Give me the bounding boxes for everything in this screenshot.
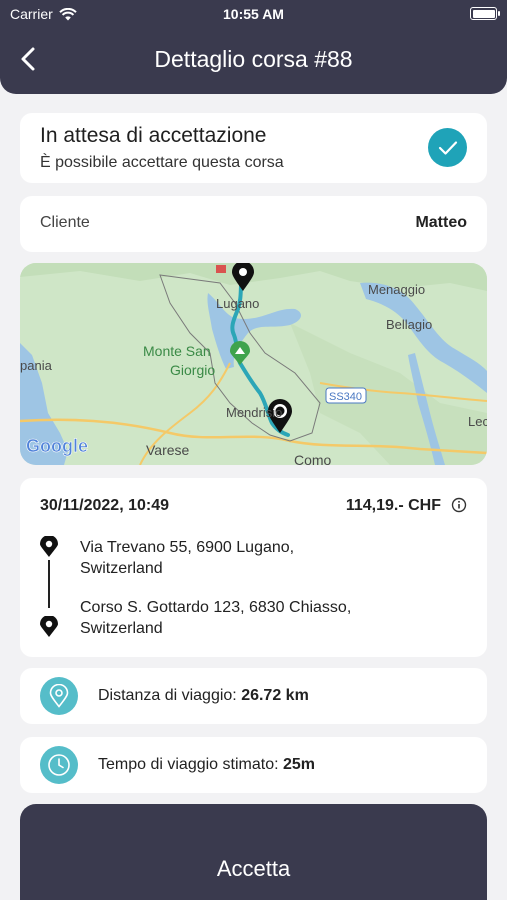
status-card: In attesa di accettazione È possibile ac… <box>20 113 487 183</box>
status-bar: Carrier 10:55 AM <box>0 0 507 28</box>
distance-text: Distanza di viaggio: 26.72 km <box>98 687 309 705</box>
map-label-pania: pania <box>20 358 53 373</box>
google-logo: Google <box>26 436 88 456</box>
map-label-como: Como <box>294 452 332 465</box>
duration-card: Tempo di viaggio stimato: 25m <box>20 737 487 793</box>
duration-value: 25m <box>282 756 316 773</box>
distance-label: Distanza di viaggio: <box>98 687 242 704</box>
pickup-address: Via Trevano 55, 6900 Lugano, Switzerland <box>80 537 440 579</box>
map-label-giorgio: Giorgio <box>170 362 215 378</box>
duration-text: Tempo di viaggio stimato: 25m <box>98 756 315 774</box>
pickup-address-line2: Switzerland <box>80 560 163 577</box>
map-label-lec: Lec <box>468 414 487 429</box>
page-title: Dettaglio corsa #88 <box>154 46 353 72</box>
map-label-mendrisio: Mendrisio <box>226 405 282 420</box>
dropoff-address-line1: Corso S. Gottardo 123, 6830 Chiasso, <box>80 599 352 616</box>
pickup-address-line1: Via Trevano 55, 6900 Lugano, <box>80 539 295 556</box>
status-time: 10:55 AM <box>223 6 284 22</box>
app-header: Carrier 10:55 AM Dettaglio corsa #88 <box>0 0 507 94</box>
trip-datetime: 30/11/2022, 10:49 <box>40 497 170 514</box>
distance-card: Distanza di viaggio: 26.72 km <box>20 668 487 724</box>
distance-value: 26.72 km <box>241 687 309 704</box>
route-map[interactable]: Lugano Menaggio Bellagio Monte San Giorg… <box>20 263 487 465</box>
check-icon <box>428 128 467 167</box>
trip-price: 114,19.- CHF <box>345 497 441 514</box>
map-label-ss340: SS340 <box>329 391 362 403</box>
status-subtitle: È possibile accettare questa corsa <box>40 154 284 171</box>
map-pin-icon <box>40 536 58 557</box>
map-label-varese: Varese <box>146 442 190 458</box>
client-label: Cliente <box>40 214 90 231</box>
client-name: Matteo <box>415 214 467 231</box>
map-label-monte-san: Monte San <box>143 343 211 359</box>
map-label-lugano: Lugano <box>216 296 259 311</box>
dropoff-address-line2: Switzerland <box>80 620 163 637</box>
dropoff-address: Corso S. Gottardo 123, 6830 Chiasso, Swi… <box>80 597 440 639</box>
clock-icon <box>40 746 78 784</box>
route-connector <box>48 560 50 608</box>
duration-label: Tempo di viaggio stimato: <box>98 756 283 773</box>
location-pin-icon <box>40 677 78 715</box>
status-title: In attesa di accettazione <box>40 124 267 147</box>
map-pin-icon <box>40 616 58 637</box>
info-icon[interactable] <box>451 497 467 513</box>
accept-button[interactable]: Accetta <box>20 804 487 900</box>
map-label-menaggio: Menaggio <box>368 282 425 297</box>
client-card: Cliente Matteo <box>20 196 487 252</box>
trip-card: 30/11/2022, 10:49 114,19.- CHF Via Treva… <box>20 478 487 657</box>
battery-icon <box>470 7 500 20</box>
map-label-bellagio: Bellagio <box>386 317 432 332</box>
